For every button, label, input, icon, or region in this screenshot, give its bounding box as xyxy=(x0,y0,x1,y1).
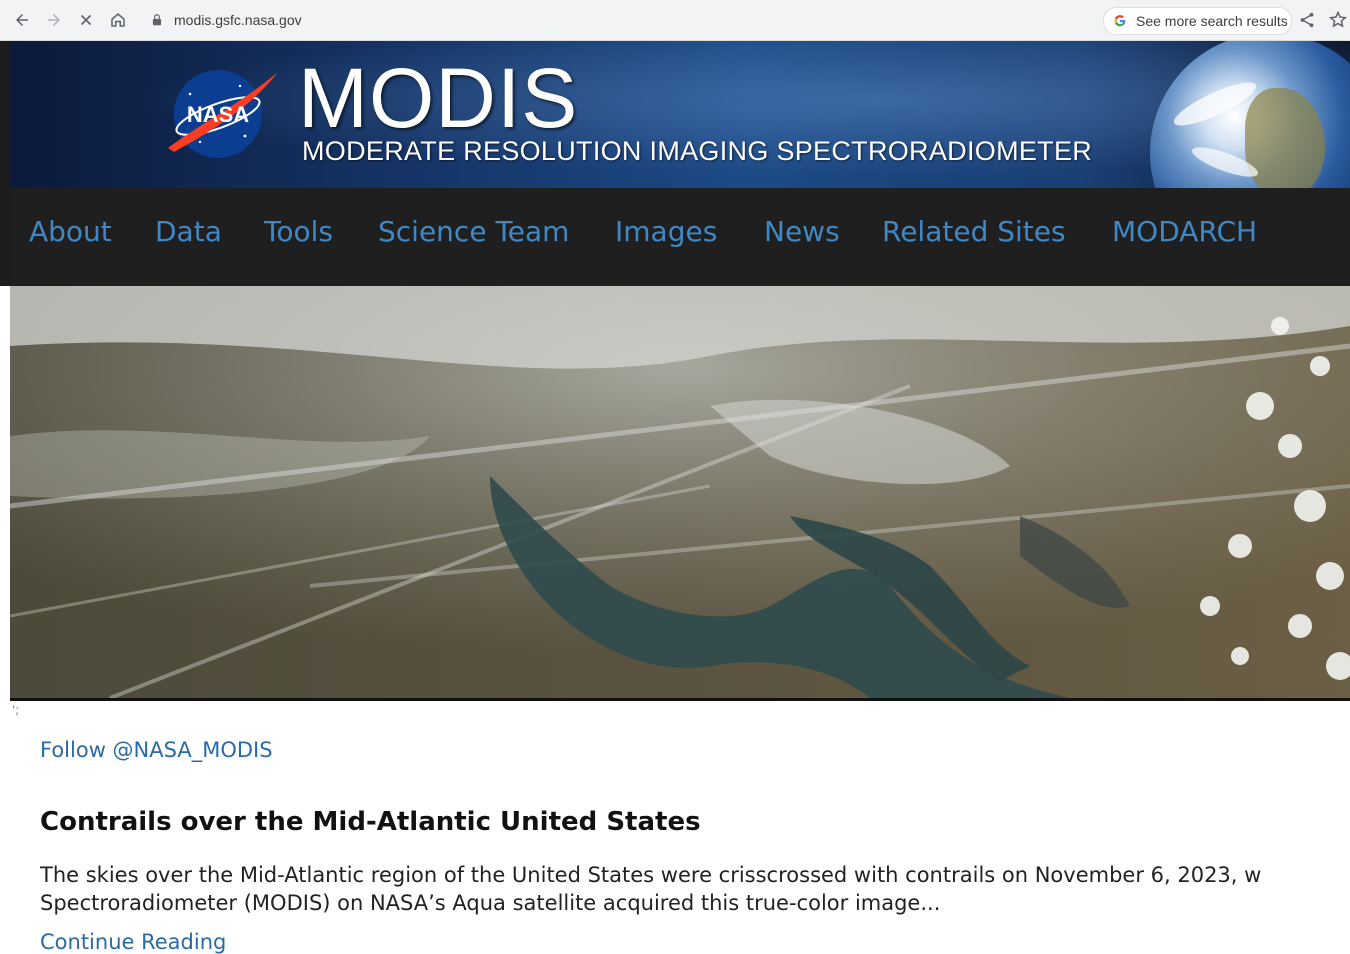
nav-about[interactable]: About xyxy=(29,215,112,248)
url-text[interactable]: modis.gsfc.nasa.gov xyxy=(174,12,302,28)
google-icon xyxy=(1114,15,1126,27)
nav-images[interactable]: Images xyxy=(615,215,717,248)
forward-arrow-icon[interactable] xyxy=(42,8,66,32)
stray-mark: '; xyxy=(12,703,20,717)
nav-tools[interactable]: Tools xyxy=(264,215,333,248)
nav-data[interactable]: Data xyxy=(155,215,222,248)
continue-reading-link[interactable]: Continue Reading xyxy=(40,930,226,954)
address-bar[interactable]: modis.gsfc.nasa.gov xyxy=(142,5,1092,35)
article-summary: The skies over the Mid-Atlantic region o… xyxy=(40,861,1350,917)
bookmark-star-icon[interactable] xyxy=(1328,10,1348,30)
site-subtitle: MODERATE RESOLUTION IMAGING SPECTRORADIO… xyxy=(302,136,1093,166)
search-results-chip[interactable]: See more search results xyxy=(1103,7,1292,35)
search-chip-label: See more search results xyxy=(1136,13,1288,29)
browser-toolbar: modis.gsfc.nasa.gov See more search resu… xyxy=(0,0,1350,41)
home-icon[interactable] xyxy=(106,8,130,32)
lock-icon[interactable] xyxy=(150,13,164,27)
share-icon[interactable] xyxy=(1298,11,1316,29)
nav-news[interactable]: News xyxy=(764,215,840,248)
follow-twitter-link[interactable]: Follow @NASA_MODIS xyxy=(40,738,273,762)
nav-science-team[interactable]: Science Team xyxy=(378,215,569,248)
modis-banner: NASA MODIS MODERATE RESOLUTION IMAGING S… xyxy=(10,41,1350,188)
nasa-meatball-logo[interactable]: NASA xyxy=(160,64,278,162)
article-headline[interactable]: Contrails over the Mid-Atlantic United S… xyxy=(40,807,701,837)
nav-modarch[interactable]: MODARCH xyxy=(1112,215,1257,248)
page-left-edge xyxy=(0,41,10,943)
svg-text:NASA: NASA xyxy=(187,102,249,127)
main-nav: About Data Tools Science Team Images New… xyxy=(10,188,1350,286)
back-arrow-icon[interactable] xyxy=(10,8,34,32)
summary-line-2: Spectroradiometer (MODIS) on NASA’s Aqua… xyxy=(40,891,941,915)
summary-line-1: The skies over the Mid-Atlantic region o… xyxy=(40,863,1262,887)
site-title: MODIS xyxy=(298,51,579,145)
nav-related-sites[interactable]: Related Sites xyxy=(882,215,1066,248)
satellite-image[interactable] xyxy=(10,286,1350,701)
stop-loading-icon[interactable] xyxy=(74,8,98,32)
